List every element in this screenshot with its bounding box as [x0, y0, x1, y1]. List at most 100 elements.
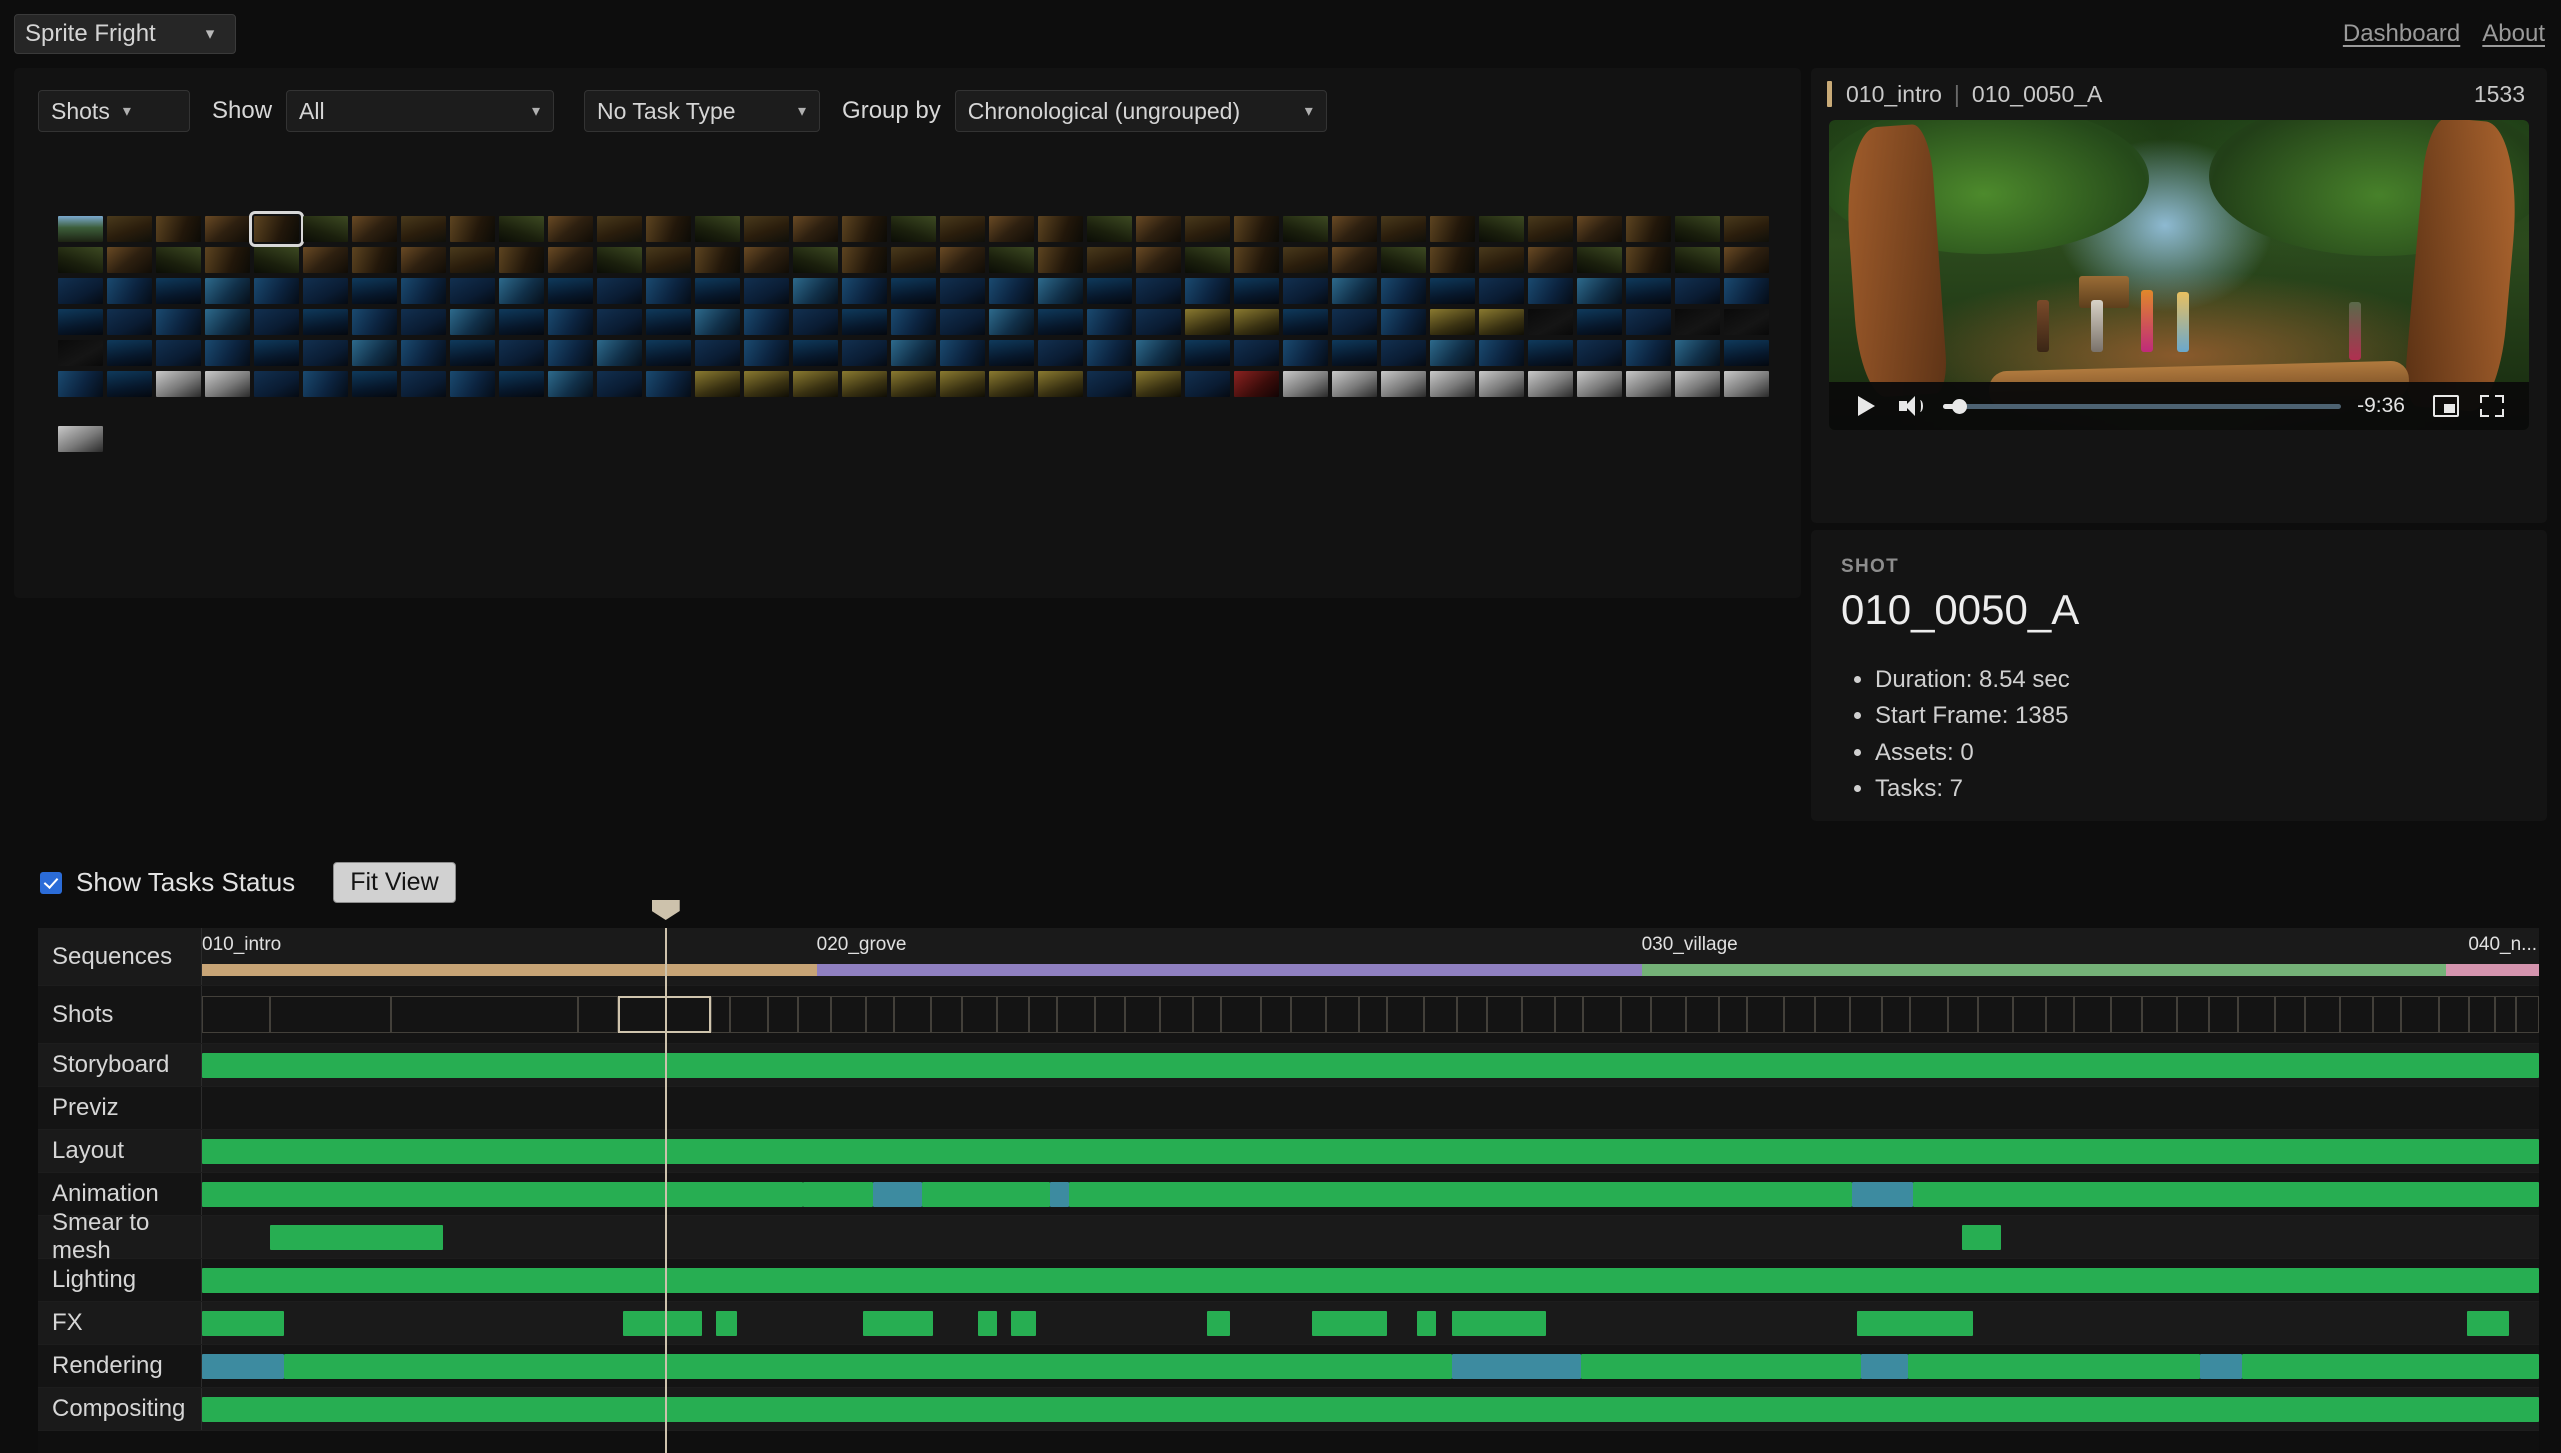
shot-thumbnail[interactable] — [793, 278, 838, 304]
timeline-shot-block[interactable] — [2274, 996, 2306, 1033]
shot-thumbnail[interactable] — [548, 247, 593, 273]
timeline-shot-block[interactable] — [1555, 996, 1584, 1033]
play-button[interactable] — [1843, 396, 1889, 416]
shot-thumbnail[interactable] — [352, 309, 397, 335]
timeline-track[interactable] — [202, 1173, 2539, 1215]
shot-thumbnail[interactable] — [1234, 371, 1279, 397]
shot-thumbnail[interactable] — [597, 216, 642, 242]
timeline-playhead-handle[interactable] — [651, 900, 680, 920]
shot-thumbnail[interactable] — [1479, 340, 1524, 366]
timeline-shot-block[interactable] — [391, 996, 579, 1033]
task-status-bar[interactable] — [2466, 1311, 2509, 1336]
shot-thumbnail[interactable] — [940, 309, 985, 335]
shot-thumbnail[interactable] — [352, 371, 397, 397]
task-status-bar[interactable] — [1908, 1354, 2201, 1379]
task-status-bar[interactable] — [1580, 1354, 1862, 1379]
shot-thumbnail[interactable] — [695, 309, 740, 335]
shot-thumbnail[interactable] — [303, 247, 348, 273]
task-status-bar[interactable] — [202, 1311, 284, 1336]
shot-thumbnail[interactable] — [450, 340, 495, 366]
shot-thumbnail[interactable] — [58, 340, 103, 366]
timeline-shot-block[interactable] — [2141, 996, 2177, 1033]
shot-thumbnail[interactable] — [1332, 216, 1377, 242]
shot-thumbnail[interactable] — [1332, 371, 1377, 397]
shot-thumbnail[interactable] — [1136, 278, 1181, 304]
timeline-shot-block[interactable] — [1814, 996, 1850, 1033]
task-status-bar[interactable] — [283, 1354, 1453, 1379]
shot-thumbnail[interactable] — [1234, 309, 1279, 335]
shot-thumbnail[interactable] — [450, 278, 495, 304]
shot-thumbnail[interactable] — [646, 309, 691, 335]
shot-thumbnail[interactable] — [989, 309, 1034, 335]
task-status-bar[interactable] — [863, 1311, 934, 1336]
shot-thumbnail[interactable] — [107, 278, 152, 304]
shot-thumbnail[interactable] — [597, 340, 642, 366]
timeline-shot-block[interactable] — [2237, 996, 2275, 1033]
shot-thumbnail[interactable] — [205, 247, 250, 273]
timeline-shot-block[interactable] — [1718, 996, 1747, 1033]
shot-thumbnail[interactable] — [254, 340, 299, 366]
shot-thumbnail[interactable] — [989, 216, 1034, 242]
shot-thumbnail[interactable] — [205, 340, 250, 366]
shot-thumbnail[interactable] — [1087, 247, 1132, 273]
shot-thumbnail[interactable] — [989, 340, 1034, 366]
shot-thumbnail[interactable] — [744, 247, 789, 273]
shot-thumbnail[interactable] — [1332, 309, 1377, 335]
shot-thumbnail[interactable] — [891, 216, 936, 242]
task-status-bar[interactable] — [1851, 1182, 1913, 1207]
shot-thumbnail[interactable] — [695, 216, 740, 242]
task-status-bar[interactable] — [2242, 1354, 2539, 1379]
shot-thumbnail[interactable] — [1381, 278, 1426, 304]
shot-thumbnail[interactable] — [401, 247, 446, 273]
shot-thumbnail[interactable] — [1577, 247, 1622, 273]
shot-thumbnail[interactable] — [401, 309, 446, 335]
shot-thumbnail[interactable] — [1038, 371, 1083, 397]
shot-thumbnail[interactable] — [1185, 371, 1230, 397]
task-status-bar[interactable] — [802, 1182, 873, 1207]
task-status-bar[interactable] — [1961, 1225, 2002, 1250]
shot-thumbnail[interactable] — [1283, 247, 1328, 273]
timeline-shot-block[interactable] — [202, 996, 270, 1033]
shot-thumbnail[interactable] — [156, 216, 201, 242]
shot-thumbnail[interactable] — [352, 340, 397, 366]
shot-thumbnail[interactable] — [1675, 309, 1720, 335]
shot-thumbnail[interactable] — [352, 278, 397, 304]
timeline-shot-block[interactable] — [830, 996, 866, 1033]
shot-thumbnail[interactable] — [1479, 371, 1524, 397]
shot-thumbnail[interactable] — [205, 216, 250, 242]
shot-thumbnail[interactable] — [1038, 278, 1083, 304]
task-status-bar[interactable] — [1861, 1354, 1908, 1379]
shot-thumbnail[interactable] — [1136, 371, 1181, 397]
shot-thumbnail[interactable] — [891, 247, 936, 273]
timeline-shot-block[interactable] — [2013, 996, 2046, 1033]
shot-thumbnail[interactable] — [58, 309, 103, 335]
shot-thumbnail[interactable] — [842, 340, 887, 366]
shot-thumbnail[interactable] — [156, 309, 201, 335]
shot-thumbnail[interactable] — [58, 247, 103, 273]
shot-thumbnail[interactable] — [1528, 216, 1573, 242]
show-filter-select[interactable]: All ▾ — [286, 90, 555, 132]
timeline-shot-block[interactable] — [2401, 996, 2439, 1033]
shot-thumbnail[interactable] — [597, 371, 642, 397]
shot-thumbnail[interactable] — [205, 309, 250, 335]
timeline-shot-block[interactable] — [2494, 996, 2516, 1033]
timeline-shot-block[interactable] — [1583, 996, 1621, 1033]
shot-thumbnail[interactable] — [499, 278, 544, 304]
shot-thumbnail[interactable] — [450, 309, 495, 335]
timeline-shot-block[interactable] — [797, 996, 831, 1033]
timeline-shot-block[interactable] — [1386, 996, 1425, 1033]
shot-thumbnail[interactable] — [842, 371, 887, 397]
task-status-bar[interactable] — [872, 1182, 922, 1207]
shot-thumbnail[interactable] — [1038, 247, 1083, 273]
shot-thumbnail[interactable] — [1185, 309, 1230, 335]
timeline-shot-block[interactable] — [1358, 996, 1387, 1033]
shot-thumbnail[interactable] — [58, 426, 103, 452]
task-status-bar[interactable] — [202, 1139, 2539, 1164]
shot-thumbnail[interactable] — [499, 340, 544, 366]
shot-thumbnail[interactable] — [646, 371, 691, 397]
shot-thumbnail[interactable] — [1626, 278, 1671, 304]
shot-thumbnail[interactable] — [1381, 247, 1426, 273]
seek-knob[interactable] — [1951, 398, 1967, 414]
shot-thumbnail[interactable] — [1577, 371, 1622, 397]
timeline-shot-block[interactable] — [1978, 996, 2014, 1033]
